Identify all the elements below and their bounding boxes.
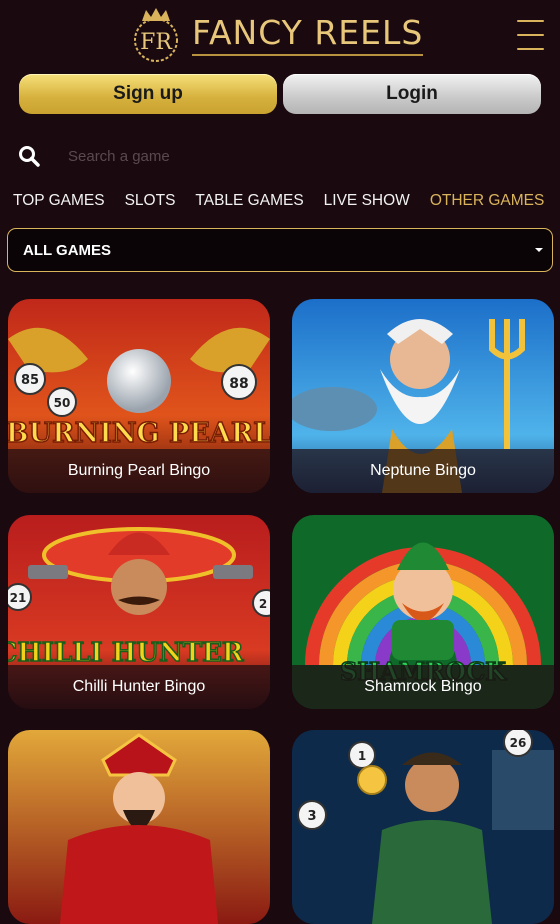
header: FR FANCY REELS (0, 0, 560, 68)
bingo-ball-50: 50 (54, 396, 71, 410)
game-art-title: BURNING PEARL (8, 418, 270, 449)
filter-selected-value: ALL GAMES (23, 241, 112, 259)
bingo-ball-1: 1 (358, 749, 366, 763)
game-title: Burning Pearl Bingo (8, 449, 270, 493)
game-title: Chilli Hunter Bingo (8, 665, 270, 709)
crown-monogram-icon: FR (126, 5, 186, 63)
tab-other-games[interactable]: OTHER GAMES (430, 192, 545, 210)
tab-table-games[interactable]: TABLE GAMES (195, 192, 303, 210)
games-filter-select[interactable]: ALL GAMES (7, 228, 553, 272)
game-title: Neptune Bingo (292, 449, 554, 493)
bingo-ball-2: 2 (259, 597, 267, 611)
bingo-ball-85: 85 (21, 373, 39, 388)
bingo-ball-88: 88 (229, 376, 248, 392)
search-bar (18, 138, 538, 174)
game-card-chilli-hunter-bingo[interactable]: 21 2 CHILLI HUNTER Chilli Hunter Bingo (8, 515, 270, 709)
game-thumbnail: 1 3 26 (292, 730, 554, 924)
hamburger-menu-icon[interactable] (517, 20, 544, 50)
game-card-miner-bingo[interactable]: 1 3 26 (292, 730, 554, 924)
logo-monogram: FR (140, 30, 173, 55)
game-thumbnail (8, 730, 270, 924)
bingo-ball-26: 26 (510, 736, 527, 750)
auth-buttons: Sign up Login (19, 74, 541, 114)
game-title: Shamrock Bingo (292, 665, 554, 709)
tab-top-games[interactable]: TOP GAMES (13, 192, 105, 210)
search-icon[interactable] (18, 145, 40, 167)
fancy-reels-logo[interactable]: FR FANCY REELS (126, 4, 436, 64)
brand-name: FANCY REELS (192, 13, 424, 56)
search-input[interactable] (66, 146, 538, 166)
bingo-ball-3: 3 (307, 809, 316, 824)
game-card-fortune-god[interactable] (8, 730, 270, 924)
game-art-title: CHILLI HUNTER (8, 638, 244, 668)
game-card-burning-pearl-bingo[interactable]: 85 50 88 BURNING PEARL Burning Pearl Bin… (8, 299, 270, 493)
game-card-neptune-bingo[interactable]: Neptune Bingo (292, 299, 554, 493)
bingo-ball-21: 21 (10, 591, 27, 605)
sign-up-button[interactable]: Sign up (19, 74, 277, 114)
tab-live-show[interactable]: LIVE SHOW (324, 192, 410, 210)
caret-down-icon (535, 248, 543, 252)
login-button[interactable]: Login (283, 74, 541, 114)
tab-slots[interactable]: SLOTS (125, 192, 176, 210)
category-tabs: TOP GAMES SLOTS TABLE GAMES LIVE SHOW OT… (13, 192, 553, 210)
game-card-shamrock-bingo[interactable]: SHAMROCK Shamrock Bingo (292, 515, 554, 709)
